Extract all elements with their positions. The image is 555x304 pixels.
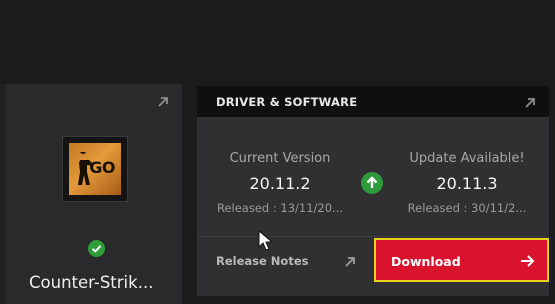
panel-expand-icon[interactable] xyxy=(523,95,537,109)
game-logo: GO xyxy=(69,143,121,195)
right-arrow-icon xyxy=(519,253,535,269)
game-logo-text: GO xyxy=(89,158,115,177)
release-notes-link[interactable]: Release Notes xyxy=(216,254,308,268)
download-button-label: Download xyxy=(391,254,461,269)
download-button[interactable]: Download xyxy=(374,238,549,282)
panel-header: DRIVER & SOFTWARE xyxy=(197,86,549,117)
mouse-cursor-icon xyxy=(258,229,274,252)
current-version-value: 20.11.2 xyxy=(249,174,311,193)
panel-divider xyxy=(197,236,549,237)
update-release-date: Released : 30/11/2... xyxy=(407,201,527,215)
update-arrow-icon xyxy=(361,172,383,194)
release-notes-expand-icon[interactable] xyxy=(343,254,357,268)
game-title: Counter-Strik... xyxy=(29,273,154,292)
update-available-label: Update Available! xyxy=(409,151,525,166)
update-version-value: 20.11.3 xyxy=(436,174,498,193)
game-thumbnail[interactable]: GO xyxy=(62,136,128,202)
game-card-expand-icon[interactable] xyxy=(156,94,170,108)
game-card[interactable]: GO Counter-Strik... xyxy=(0,84,182,304)
current-version-label: Current Version xyxy=(229,151,331,166)
panel-title: DRIVER & SOFTWARE xyxy=(216,95,358,109)
driver-software-panel: DRIVER & SOFTWARE Current Version 20.11.… xyxy=(197,86,549,296)
installed-check-icon xyxy=(88,240,105,257)
current-release-date: Released : 13/11/20... xyxy=(216,201,344,215)
